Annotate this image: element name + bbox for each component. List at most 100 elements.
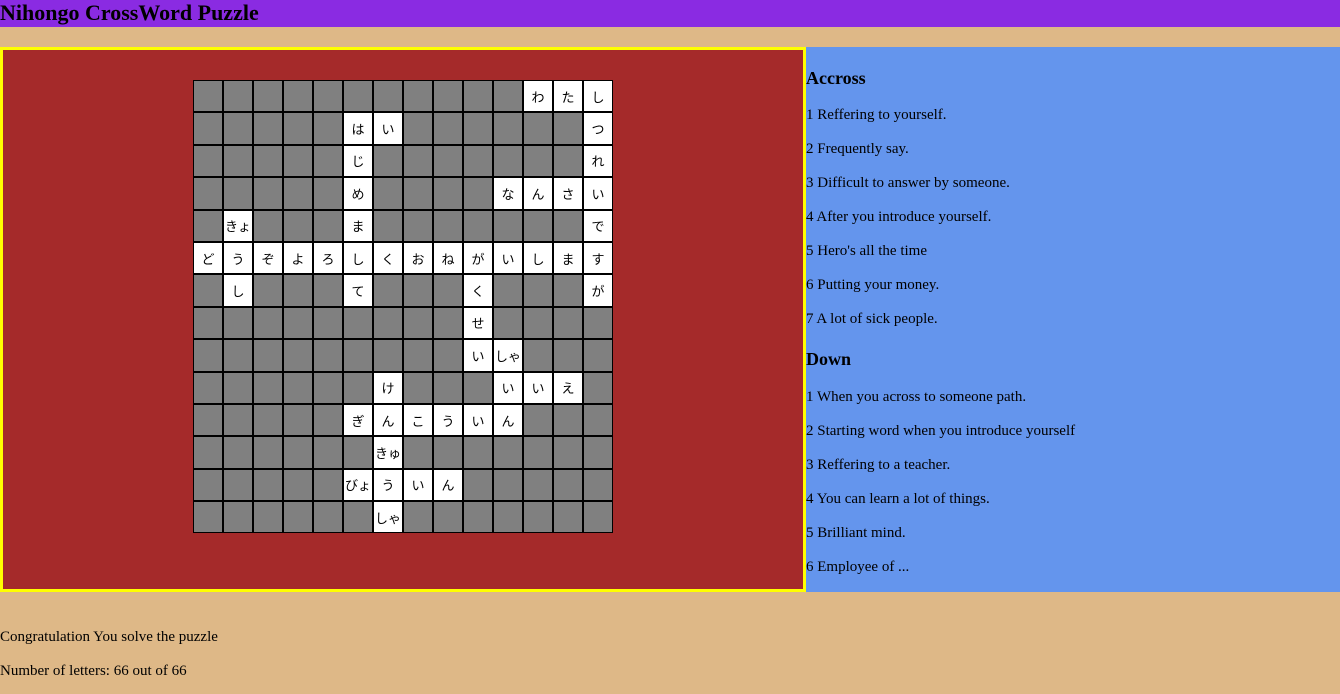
letter-cell[interactable]: しゃ — [373, 501, 403, 534]
letter-cell[interactable]: ん — [373, 403, 403, 437]
blocked-cell — [433, 339, 463, 372]
blocked-cell — [553, 501, 583, 534]
blocked-cell — [463, 371, 493, 404]
letter-cell[interactable]: ろ — [313, 241, 343, 275]
letter-cell[interactable]: く — [373, 241, 403, 275]
letter-cell[interactable]: い — [403, 468, 433, 502]
letter-cell[interactable]: い — [463, 339, 493, 372]
blocked-cell — [433, 306, 463, 340]
letter-cell[interactable]: ぞ — [253, 241, 283, 275]
down-clue-4: 4 You can learn a lot of things. — [806, 491, 990, 507]
letter-cell[interactable]: い — [583, 177, 613, 210]
letter-cell[interactable]: ぎ — [343, 403, 373, 437]
letter-cell[interactable]: い — [373, 112, 403, 145]
blocked-cell — [253, 177, 283, 210]
blocked-cell — [253, 436, 283, 469]
blocked-cell — [493, 501, 523, 534]
blocked-cell — [373, 177, 403, 210]
blocked-cell — [253, 80, 283, 113]
letter-cell[interactable]: が — [463, 241, 493, 275]
blocked-cell — [463, 468, 493, 502]
letter-cell[interactable]: う — [223, 241, 253, 275]
letter-cell[interactable]: ん — [523, 177, 553, 210]
letter-cell[interactable]: い — [523, 371, 553, 404]
letter-cell[interactable]: し — [583, 80, 613, 113]
letter-cell[interactable]: れ — [583, 144, 613, 178]
blocked-cell — [523, 468, 553, 502]
letter-cell[interactable]: け — [373, 371, 403, 404]
blocked-cell — [193, 501, 223, 534]
down-clue-6: 6 Employee of ... — [806, 559, 910, 575]
blocked-cell — [223, 371, 253, 404]
letter-cell[interactable]: びょ — [343, 468, 373, 502]
blocked-cell — [493, 436, 523, 469]
letter-cell[interactable]: う — [433, 403, 463, 437]
blocked-cell — [193, 339, 223, 372]
letter-cell[interactable]: い — [493, 241, 523, 275]
blocked-cell — [403, 371, 433, 404]
letter-cell[interactable]: く — [463, 274, 493, 307]
blocked-cell — [313, 306, 343, 340]
blocked-cell — [313, 112, 343, 145]
blocked-cell — [583, 436, 613, 469]
blocked-cell — [403, 306, 433, 340]
letter-cell[interactable]: こ — [403, 403, 433, 437]
blocked-cell — [283, 144, 313, 178]
blocked-cell — [373, 80, 403, 113]
letter-cell[interactable]: し — [523, 241, 553, 275]
blocked-cell — [193, 468, 223, 502]
blocked-cell — [463, 436, 493, 469]
letter-cell[interactable]: し — [343, 241, 373, 275]
letter-cell[interactable]: さ — [553, 177, 583, 210]
letter-cell[interactable]: た — [553, 80, 583, 113]
blocked-cell — [223, 144, 253, 178]
letter-cell[interactable]: で — [583, 209, 613, 242]
letter-cell[interactable]: つ — [583, 112, 613, 145]
letter-cell[interactable]: い — [493, 371, 523, 404]
blocked-cell — [403, 209, 433, 242]
letter-cell[interactable]: は — [343, 112, 373, 145]
letter-cell[interactable]: ん — [433, 468, 463, 502]
letter-cell[interactable]: きゅ — [373, 436, 403, 469]
blocked-cell — [553, 468, 583, 502]
letter-cell[interactable]: ま — [553, 241, 583, 275]
letter-cell[interactable]: す — [583, 241, 613, 275]
letter-cell[interactable]: な — [493, 177, 523, 210]
letter-cell[interactable]: お — [403, 241, 433, 275]
blocked-cell — [223, 112, 253, 145]
letter-cell[interactable]: ど — [193, 241, 223, 275]
letter-cell[interactable]: よ — [283, 241, 313, 275]
blocked-cell — [493, 209, 523, 242]
page-title: Nihongo CrossWord Puzzle — [0, 0, 259, 25]
across-clue-4: 4 After you introduce yourself. — [806, 209, 992, 225]
blocked-cell — [403, 501, 433, 534]
blocked-cell — [523, 339, 553, 372]
letter-cell[interactable]: わ — [523, 80, 553, 113]
blocked-cell — [583, 468, 613, 502]
puzzle-area: わたしはいつじれめなんさいきょまでどうぞよろしくおねがいしますしてくがせいしゃけ… — [0, 47, 806, 592]
blocked-cell — [373, 306, 403, 340]
blocked-cell — [313, 436, 343, 469]
blocked-cell — [223, 468, 253, 502]
letter-cell[interactable]: きょ — [223, 209, 253, 242]
letter-cell[interactable]: え — [553, 371, 583, 404]
letter-cell[interactable]: ま — [343, 209, 373, 242]
letter-cell[interactable]: し — [223, 274, 253, 307]
blocked-cell — [283, 80, 313, 113]
letter-cell[interactable]: い — [463, 403, 493, 437]
letter-cell[interactable]: せ — [463, 306, 493, 340]
blocked-cell — [463, 144, 493, 178]
blocked-cell — [553, 403, 583, 437]
letter-cell[interactable]: う — [373, 468, 403, 502]
letter-cell[interactable]: ね — [433, 241, 463, 275]
letter-cell[interactable]: め — [343, 177, 373, 210]
blocked-cell — [193, 403, 223, 437]
across-heading: Accross — [806, 68, 866, 88]
letter-cell[interactable]: て — [343, 274, 373, 307]
letter-cell[interactable]: じ — [343, 144, 373, 178]
letter-cell[interactable]: が — [583, 274, 613, 307]
blocked-cell — [313, 468, 343, 502]
letter-cell[interactable]: ん — [493, 403, 523, 437]
blocked-cell — [493, 468, 523, 502]
letter-cell[interactable]: しゃ — [493, 339, 523, 372]
